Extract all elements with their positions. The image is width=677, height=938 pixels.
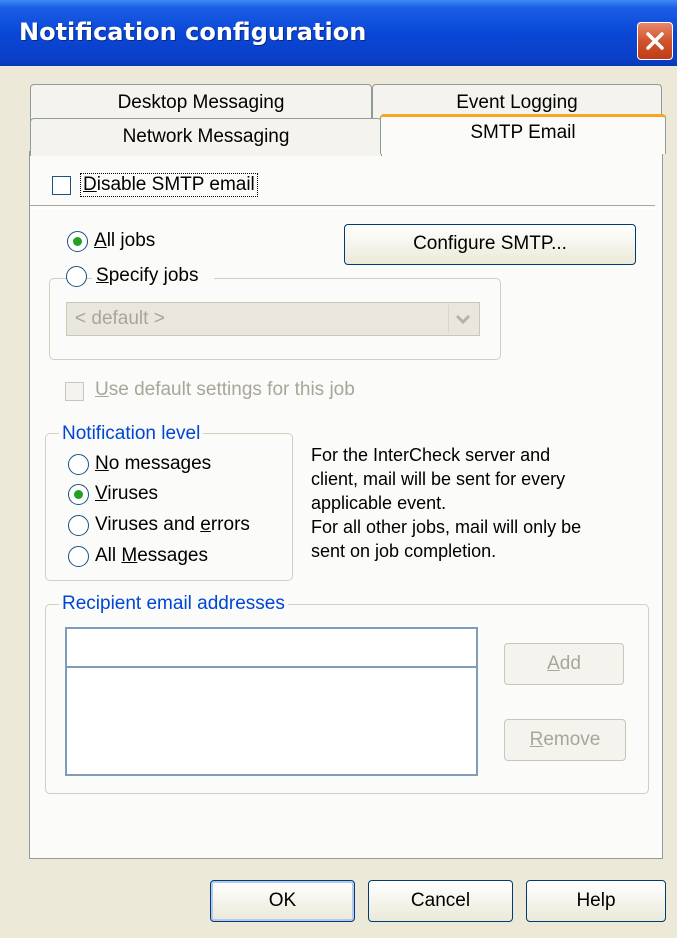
tab-desktop-messaging[interactable]: Desktop Messaging — [30, 84, 372, 122]
no-messages-label[interactable]: No messages — [95, 453, 211, 475]
no-messages-radio[interactable] — [68, 454, 89, 475]
all-messages-label[interactable]: All Messages — [95, 545, 208, 567]
help-button[interactable]: Help — [526, 880, 666, 922]
use-default-settings-label[interactable]: Use default settings for this job — [95, 379, 355, 401]
radio-selected-dot — [73, 237, 82, 246]
viruses-label[interactable]: Viruses — [95, 483, 158, 505]
configure-smtp-button[interactable]: Configure SMTP... — [344, 224, 636, 265]
all-jobs-label[interactable]: All jobs — [94, 230, 155, 252]
separator — [30, 205, 655, 209]
ok-button[interactable]: OK — [210, 880, 355, 922]
tab-smtp-email[interactable]: SMTP Email — [380, 114, 666, 154]
specify-jobs-label[interactable]: Specify jobs — [92, 265, 215, 287]
info-line: For all other jobs, mail will only be — [311, 517, 582, 537]
notification-configuration-dialog: Notification configuration Desktop Messa… — [0, 0, 677, 938]
all-jobs-radio[interactable] — [67, 231, 88, 252]
disable-smtp-label[interactable]: Disable SMTP email — [80, 173, 258, 197]
cancel-button[interactable]: Cancel — [368, 880, 513, 922]
dropdown-button[interactable] — [448, 305, 477, 333]
info-line: applicable event. — [311, 493, 447, 513]
chevron-down-icon — [455, 314, 471, 325]
job-select[interactable]: < default > — [66, 302, 480, 336]
radio-selected-dot — [74, 490, 83, 499]
close-icon — [646, 32, 664, 50]
notification-level-legend: Notification level — [59, 423, 204, 445]
info-line: For the InterCheck server and — [311, 445, 551, 465]
tab-network-messaging[interactable]: Network Messaging — [30, 118, 382, 156]
recipients-legend: Recipient email addresses — [59, 593, 288, 615]
info-line: client, mail will be sent for every — [311, 469, 566, 489]
info-text: For the InterCheck server and client, ma… — [311, 443, 581, 563]
viruses-and-errors-radio[interactable] — [68, 515, 89, 536]
use-default-settings-checkbox[interactable] — [65, 382, 84, 401]
job-select-value: < default > — [75, 308, 165, 329]
disable-smtp-checkbox[interactable] — [52, 176, 71, 195]
viruses-and-errors-label[interactable]: Viruses and errors — [95, 514, 250, 536]
close-button[interactable] — [637, 22, 673, 60]
add-button[interactable]: Add — [504, 643, 624, 685]
remove-button[interactable]: Remove — [504, 719, 626, 761]
viruses-radio[interactable] — [68, 484, 89, 505]
all-messages-radio[interactable] — [68, 546, 89, 567]
window-title: Notification configuration — [19, 18, 367, 46]
recipient-email-input[interactable] — [65, 627, 478, 668]
specify-jobs-radio[interactable] — [66, 266, 87, 287]
info-line: sent on job completion. — [311, 541, 497, 561]
title-bar[interactable]: Notification configuration — [0, 0, 677, 66]
